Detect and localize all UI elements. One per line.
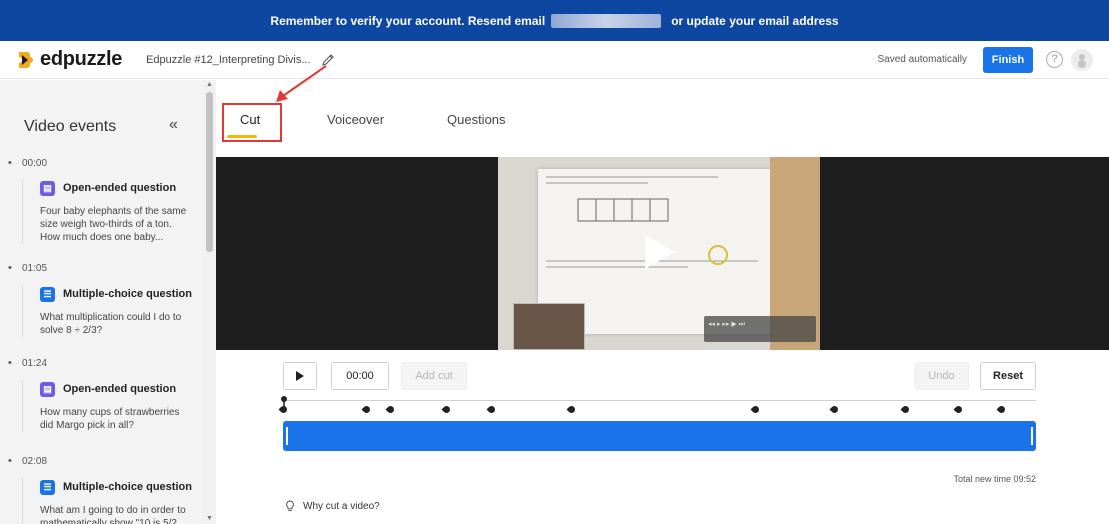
cursor-highlight-icon xyxy=(708,245,728,265)
event-time: 02:08 xyxy=(8,455,47,467)
question-marker[interactable] xyxy=(953,404,964,415)
event-type: ▤ Open-ended question xyxy=(40,380,192,398)
logo-text: edpuzzle xyxy=(40,48,123,70)
scroll-down-arrow[interactable]: ▼ xyxy=(206,515,213,522)
question-marker[interactable] xyxy=(441,404,452,415)
help-icon[interactable]: ? xyxy=(1046,51,1063,68)
event-type-label: Multiple-choice question xyxy=(63,481,192,493)
event-time: 01:05 xyxy=(8,262,47,274)
add-cut-button[interactable]: Add cut xyxy=(401,362,467,390)
event-type: ▤ Open-ended question xyxy=(40,179,192,197)
cut-end-handle[interactable] xyxy=(1031,427,1033,445)
scroll-up-arrow[interactable]: ▲ xyxy=(206,81,213,88)
question-marker[interactable] xyxy=(278,404,289,415)
question-marker[interactable] xyxy=(996,404,1007,415)
logo[interactable]: edpuzzle xyxy=(16,48,122,71)
event-type-label: Open-ended question xyxy=(63,182,177,194)
lightbulb-icon xyxy=(286,500,294,511)
reset-button[interactable]: Reset xyxy=(980,362,1036,390)
question-marker[interactable] xyxy=(361,404,372,415)
question-marker[interactable] xyxy=(829,404,840,415)
cut-start-handle[interactable] xyxy=(286,427,288,445)
open-question-icon: ▤ xyxy=(40,381,55,397)
finish-button[interactable]: Finish xyxy=(983,47,1033,73)
why-cut-link[interactable]: Why cut a video? xyxy=(285,500,380,512)
embedded-player-controls: ◂◂ ▸ ▸▸ ▶ ⏭ xyxy=(704,316,816,342)
question-marker[interactable] xyxy=(566,404,577,415)
saved-status: Saved automatically xyxy=(877,54,968,65)
multiple-choice-icon: ☰ xyxy=(40,479,55,495)
question-marker[interactable] xyxy=(900,404,911,415)
event-description: What multiplication could I do to solve … xyxy=(40,312,182,336)
play-icon[interactable] xyxy=(645,235,675,269)
why-cut-label[interactable]: Why cut a video? xyxy=(303,501,380,512)
total-new-time: Total new time 09:52 xyxy=(953,474,1036,484)
tab-voiceover[interactable]: Voiceover xyxy=(327,112,384,127)
avatar[interactable] xyxy=(1071,49,1093,71)
cut-controls: 00:00 Add cut Undo Reset xyxy=(216,358,1109,398)
collapse-icon[interactable]: « xyxy=(169,116,178,134)
update-email-link[interactable]: or update your email address xyxy=(671,14,838,28)
play-icon xyxy=(296,371,304,381)
sidebar-title: Video events xyxy=(24,118,117,135)
event-time: 01:24 xyxy=(8,357,47,369)
event-type: ☰ Multiple-choice question xyxy=(40,478,192,496)
annotation-arrow-icon xyxy=(276,65,327,102)
sidebar-scrollbar[interactable]: ▲ ▼ xyxy=(203,80,216,524)
event-card[interactable]: ☰ Multiple-choice question What am I goi… xyxy=(22,478,192,524)
event-card[interactable]: ▤ Open-ended question Four baby elephant… xyxy=(22,179,192,244)
redacted-email[interactable] xyxy=(551,13,662,28)
question-marker[interactable] xyxy=(750,404,761,415)
banner-text: Remember to verify your account. Resend … xyxy=(270,13,546,28)
question-marker[interactable] xyxy=(486,404,497,415)
multiple-choice-icon: ☰ xyxy=(40,286,55,302)
undo-button[interactable]: Undo xyxy=(914,362,969,390)
open-question-icon: ▤ xyxy=(40,180,55,196)
event-type-label: Multiple-choice question xyxy=(63,288,192,300)
event-description: How many cups of strawberries did Margo … xyxy=(40,407,180,431)
time-input[interactable]: 00:00 xyxy=(331,362,389,390)
event-type: ☰ Multiple-choice question xyxy=(40,285,192,303)
event-type-label: Open-ended question xyxy=(63,383,177,395)
webcam-overlay xyxy=(513,303,585,350)
event-time: 00:00 xyxy=(8,157,47,169)
video-events-sidebar: Video events « 00:00 ▤ Open-ended questi… xyxy=(0,80,203,524)
timeline[interactable] xyxy=(278,396,1036,418)
timeline-track xyxy=(283,400,1036,401)
tab-questions[interactable]: Questions xyxy=(447,112,506,127)
event-card[interactable]: ▤ Open-ended question How many cups of s… xyxy=(22,380,192,432)
event-card[interactable]: ☰ Multiple-choice question What multipli… xyxy=(22,285,192,337)
verify-banner: Remember to verify your account. Resend … xyxy=(0,0,1109,41)
playhead-dot[interactable] xyxy=(281,396,287,402)
cut-range-bar[interactable] xyxy=(283,421,1036,451)
event-description: Four baby elephants of the same size wei… xyxy=(40,206,187,243)
edpuzzle-logo-icon xyxy=(19,51,33,68)
app-header: edpuzzle Edpuzzle #12_Interpreting Divis… xyxy=(0,41,1109,79)
question-marker[interactable] xyxy=(385,404,396,415)
scroll-thumb[interactable] xyxy=(206,92,213,252)
play-button[interactable] xyxy=(283,362,317,390)
event-description: What am I going to do in order to mathem… xyxy=(40,505,186,524)
annotation-highlight-box xyxy=(222,103,282,142)
